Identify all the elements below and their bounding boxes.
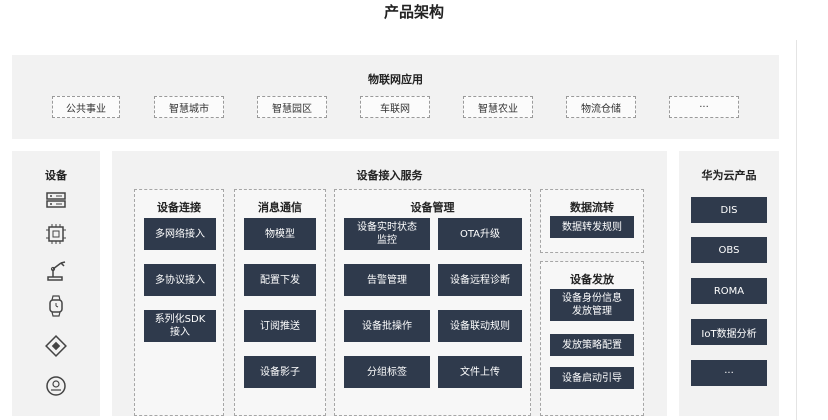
cloud-item-dis: DIS: [691, 197, 767, 223]
messaging-group: 消息通信 物模型 配置下发 订阅推送 设备影子: [234, 189, 326, 416]
app-item-connected-car: 车联网: [360, 96, 430, 118]
app-item-public-utility: 公共事业: [52, 96, 120, 118]
file-upload-block: 文件上传: [438, 356, 522, 388]
server-icon: [46, 192, 66, 208]
messaging-title: 消息通信: [258, 201, 302, 214]
multi-protocol-access-block: 多协议接入: [144, 264, 216, 296]
access-service-title: 设备接入服务: [356, 169, 423, 182]
page-title: 产品架构: [383, 3, 444, 21]
apps-panel: 物联网应用 公共事业 智慧城市 智慧园区 车联网 智慧农业 物流仓储 ···: [12, 55, 779, 139]
cloud-item-iot-analytics: IoT数据分析: [691, 319, 767, 345]
config-delivery-block: 配置下发: [244, 264, 316, 296]
device-bootstrap-block: 设备启动引导: [550, 367, 634, 389]
data-flow-title: 数据流转: [570, 201, 614, 214]
app-item-smart-park: 智慧园区: [257, 96, 327, 118]
device-management-group: 设备管理 设备实时状态 监控 OTA升级 告警管理 设备远程诊断 设备批操作 设…: [334, 189, 531, 416]
app-item-logistics: 物流仓储: [566, 96, 636, 118]
device-connect-group: 设备连接 多网络接入 多协议接入 系列化SDK 接入: [134, 189, 224, 416]
group-tag-block: 分组标签: [344, 356, 430, 388]
devices-panel: 设备: [12, 151, 100, 416]
alarm-management-block: 告警管理: [344, 264, 430, 296]
device-shadow-block: 设备影子: [244, 356, 316, 388]
batch-operation-block: 设备批操作: [344, 310, 430, 342]
devices-title: 设备: [45, 169, 67, 182]
linkage-rule-block: 设备联动规则: [438, 310, 522, 342]
data-flow-group: 数据流转 数据转发规则: [540, 189, 644, 253]
remote-diagnosis-block: 设备远程诊断: [438, 264, 522, 296]
thing-model-block: 物模型: [244, 218, 316, 250]
device-management-title: 设备管理: [410, 201, 455, 214]
app-item-smart-agriculture: 智慧农业: [463, 96, 533, 118]
ota-upgrade-block: OTA升级: [438, 218, 522, 250]
identity-provisioning-block: 设备身份信息 发放管理: [550, 289, 634, 321]
provisioning-group: 设备发放 设备身份信息 发放管理 发放策略配置 设备启动引导: [540, 261, 644, 416]
cloud-products-panel: 华为云产品 DIS OBS ROMA IoT数据分析 ···: [679, 151, 779, 416]
multi-network-access-block: 多网络接入: [144, 218, 216, 250]
realtime-monitor-block: 设备实时状态 监控: [344, 218, 430, 250]
robot-vacuum-icon: [46, 376, 66, 396]
device-connect-title: 设备连接: [157, 201, 201, 214]
app-item-more: ···: [669, 96, 739, 118]
provisioning-policy-block: 发放策略配置: [550, 334, 634, 356]
app-item-smart-city: 智慧城市: [154, 96, 224, 118]
provisioning-title: 设备发放: [570, 273, 614, 286]
chip-icon: [46, 224, 66, 244]
access-service-panel: 设备接入服务 设备连接 多网络接入 多协议接入 系列化SDK 接入 消息通信 物…: [112, 151, 667, 416]
cloud-item-more: ···: [691, 360, 767, 386]
apps-title: 物联网应用: [368, 73, 423, 86]
sdk-access-block: 系列化SDK 接入: [144, 310, 216, 342]
subscription-push-block: 订阅推送: [244, 310, 316, 342]
cloud-products-title: 华为云产品: [701, 169, 757, 182]
robot-arm-icon: [47, 261, 66, 281]
data-forward-rule-block: 数据转发规则: [550, 216, 634, 238]
cloud-item-obs: OBS: [691, 237, 767, 263]
cloud-item-roma: ROMA: [691, 278, 767, 304]
smartwatch-icon: [49, 295, 63, 317]
processor-icon: [45, 335, 67, 357]
